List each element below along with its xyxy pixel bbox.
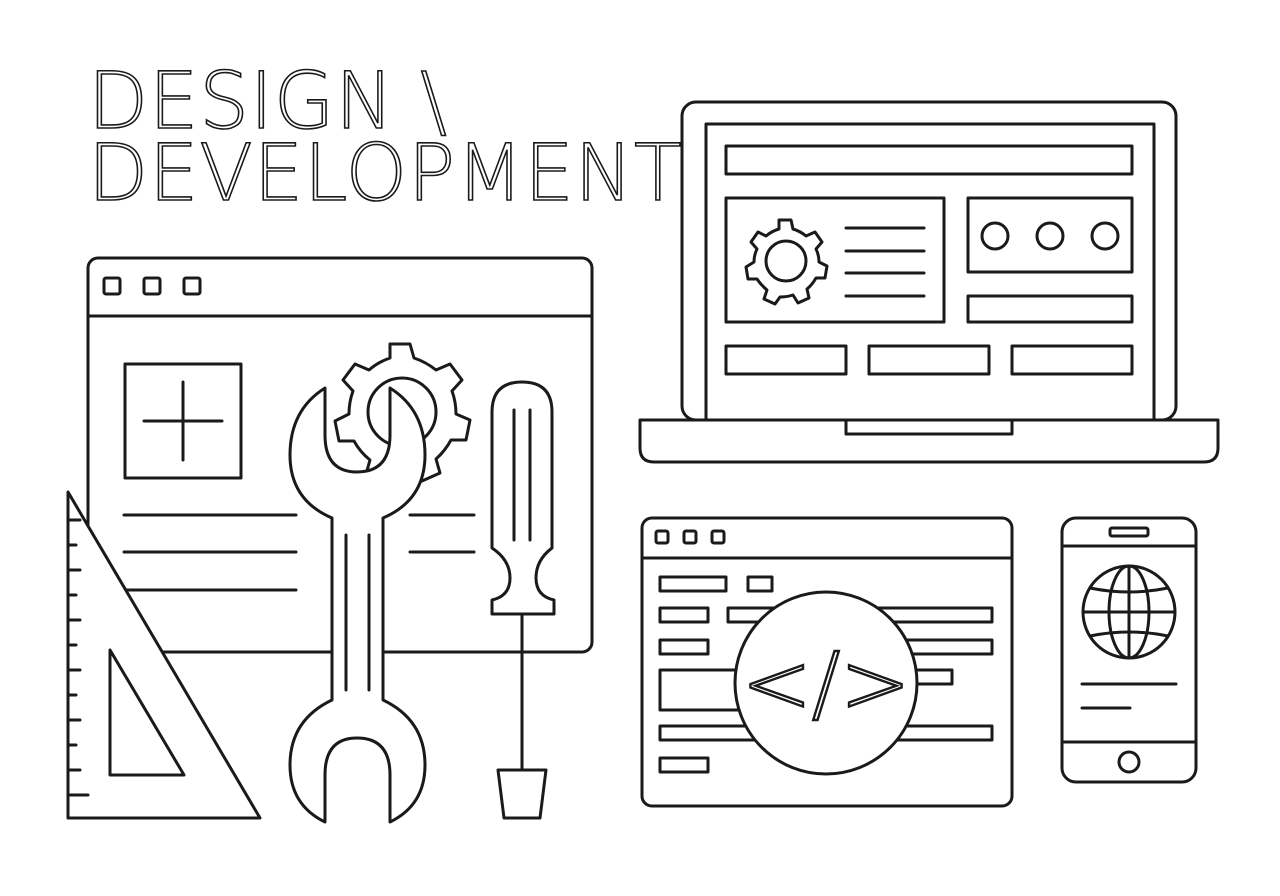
smartphone-icon xyxy=(1060,516,1198,784)
globe-icon xyxy=(1081,564,1177,660)
code-symbol: </> xyxy=(741,634,910,732)
headline-line-2: DEVELOPMENT xyxy=(88,129,683,219)
laptop-icon xyxy=(638,100,1220,464)
design-development-illustration: DESIGN \ DEVELOPMENT </> xyxy=(66,56,1220,824)
screwdriver-icon xyxy=(490,380,556,820)
code-window-icon: </> xyxy=(640,516,1014,808)
